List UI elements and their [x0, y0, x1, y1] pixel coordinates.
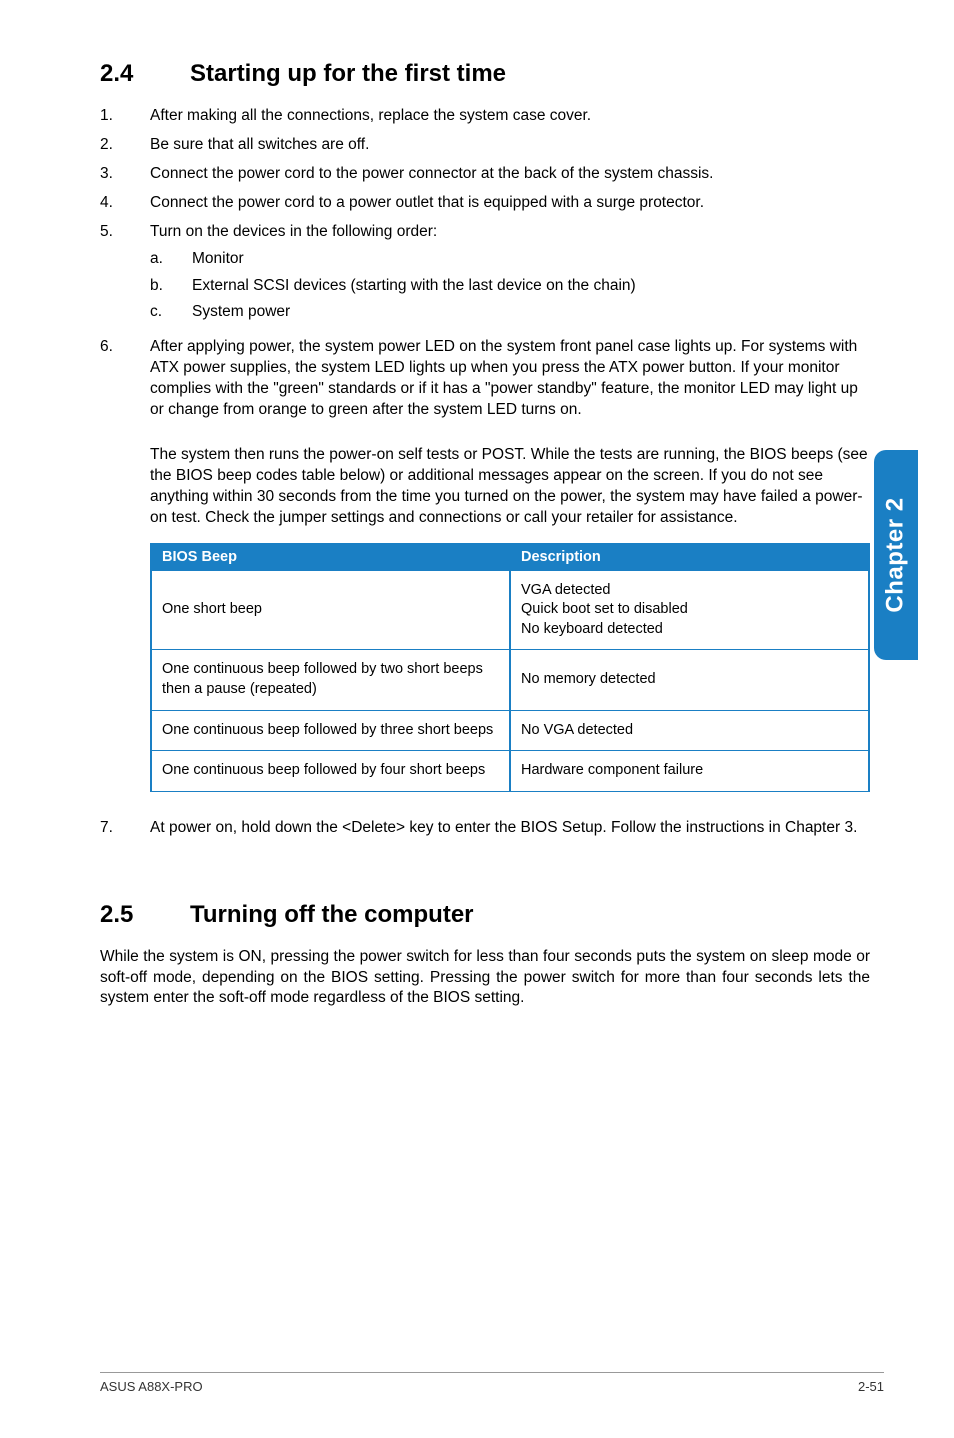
step-number: 2.	[100, 135, 150, 156]
substep-c: c. System power	[150, 302, 870, 323]
substep-b: b. External SCSI devices (starting with …	[150, 276, 870, 297]
sub-steps: a. Monitor b. External SCSI devices (sta…	[150, 249, 870, 324]
step-4: 4. Connect the power cord to a power out…	[100, 193, 870, 214]
step-number: 7.	[100, 818, 150, 839]
step-number: 5.	[100, 222, 150, 330]
steps-list-continued: 7. At power on, hold down the <Delete> k…	[100, 818, 870, 839]
footer-right: 2-51	[858, 1379, 884, 1394]
step-text: Be sure that all switches are off.	[150, 135, 870, 156]
substep-text: System power	[192, 302, 290, 323]
section-2-4-number: 2.4	[100, 60, 190, 88]
step-1: 1. After making all the connections, rep…	[100, 106, 870, 127]
bios-beep-table: BIOS Beep Description One short beep VGA…	[150, 543, 870, 792]
section-2-5-body: While the system is ON, pressing the pow…	[100, 947, 870, 1010]
step-text: After making all the connections, replac…	[150, 106, 870, 127]
desc-cell: No memory detected	[510, 650, 869, 710]
step-text: At power on, hold down the <Delete> key …	[150, 818, 870, 839]
step-5: 5. Turn on the devices in the following …	[100, 222, 870, 330]
step-6: 6. After applying power, the system powe…	[100, 337, 870, 421]
step-number: 3.	[100, 164, 150, 185]
chapter-tab-label: Chapter 2	[882, 497, 910, 612]
desc-cell: VGA detected Quick boot set to disabled …	[510, 571, 869, 650]
step-text: Connect the power cord to a power outlet…	[150, 193, 870, 214]
substep-text: External SCSI devices (starting with the…	[192, 276, 636, 297]
substep-a: a. Monitor	[150, 249, 870, 270]
desc-cell: Hardware component failure	[510, 751, 869, 792]
step-3: 3. Connect the power cord to the power c…	[100, 164, 870, 185]
step-text: Turn on the devices in the following ord…	[150, 223, 437, 240]
table-row: One continuous beep followed by three sh…	[151, 710, 869, 751]
substep-letter: a.	[150, 249, 192, 270]
step-7: 7. At power on, hold down the <Delete> k…	[100, 818, 870, 839]
step-2: 2. Be sure that all switches are off.	[100, 135, 870, 156]
step-number: 4.	[100, 193, 150, 214]
table-row: One continuous beep followed by two shor…	[151, 650, 869, 710]
substep-letter: b.	[150, 276, 192, 297]
step-number: 6.	[100, 337, 150, 421]
beep-cell: One continuous beep followed by four sho…	[151, 751, 510, 792]
step-text: Connect the power cord to the power conn…	[150, 164, 870, 185]
beep-cell: One continuous beep followed by two shor…	[151, 650, 510, 710]
table-header-beep: BIOS Beep	[151, 543, 510, 571]
table-row: One short beep VGA detected Quick boot s…	[151, 571, 869, 650]
section-2-5-heading: 2.5Turning off the computer	[100, 901, 870, 929]
substep-text: Monitor	[192, 249, 244, 270]
step-6-continuation: The system then runs the power-on self t…	[150, 445, 870, 529]
step-number: 1.	[100, 106, 150, 127]
steps-list: 1. After making all the connections, rep…	[100, 106, 870, 421]
footer-left: ASUS A88X-PRO	[100, 1379, 203, 1394]
section-2-5-number: 2.5	[100, 901, 190, 929]
table-header-description: Description	[510, 543, 869, 571]
beep-cell: One continuous beep followed by three sh…	[151, 710, 510, 751]
beep-cell: One short beep	[151, 571, 510, 650]
table-row: One continuous beep followed by four sho…	[151, 751, 869, 792]
substep-letter: c.	[150, 302, 192, 323]
chapter-tab: Chapter 2	[874, 450, 918, 660]
section-2-4-title: Starting up for the first time	[190, 60, 506, 87]
section-2-4-heading: 2.4Starting up for the first time	[100, 60, 870, 88]
page-footer: ASUS A88X-PRO 2-51	[100, 1372, 884, 1394]
section-2-5-title: Turning off the computer	[190, 901, 474, 928]
desc-cell: No VGA detected	[510, 710, 869, 751]
step-text: After applying power, the system power L…	[150, 337, 870, 421]
